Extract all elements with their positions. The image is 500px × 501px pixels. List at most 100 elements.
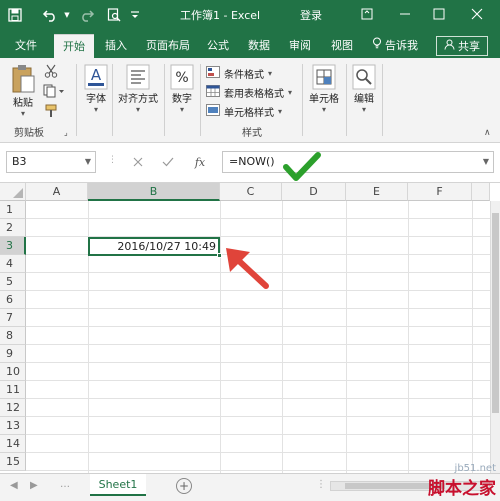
title-bar: ▼ 工作簿1 - Excel 登录	[0, 0, 500, 30]
print-preview-icon[interactable]	[105, 5, 123, 25]
copy-icon[interactable]	[42, 84, 68, 101]
name-box-dropdown-icon[interactable]: ▼	[85, 152, 91, 172]
select-all-corner[interactable]	[0, 183, 26, 201]
row-header-1[interactable]: 1	[0, 201, 26, 219]
number-button[interactable]: % 数字 ▾	[166, 64, 198, 114]
row-header-8[interactable]: 8	[0, 327, 26, 345]
tab-view[interactable]: 视图	[326, 34, 358, 58]
expand-formula-bar-icon[interactable]: ▼	[483, 152, 489, 172]
sheet-bar-splitter-icon[interactable]: ⋮	[316, 479, 326, 490]
insert-function-button[interactable]: fx	[192, 153, 208, 171]
redo-icon[interactable]	[78, 5, 96, 25]
name-box[interactable]: B3 ▼	[6, 151, 96, 173]
tab-page-layout[interactable]: 页面布局	[140, 34, 196, 58]
clipboard-icon	[8, 64, 38, 94]
sheet-tab-bar: ◀ ▶ … Sheet1 + ⋮	[0, 473, 500, 501]
row-header-15[interactable]: 15	[0, 453, 26, 471]
row-gridline	[26, 308, 490, 309]
window-title: 工作簿1 - Excel	[180, 9, 261, 22]
conditional-formatting-button[interactable]: 条件格式 ▾	[206, 64, 272, 82]
column-header-c[interactable]: C	[220, 183, 282, 201]
column-header-partial	[472, 183, 490, 201]
sheet-prev-icon[interactable]: ◀	[10, 480, 18, 491]
column-header-b[interactable]: B	[88, 183, 220, 201]
customize-toolbar-icon[interactable]	[128, 5, 142, 25]
undo-dropdown-icon[interactable]: ▼	[62, 5, 72, 25]
tab-file[interactable]: 文件	[8, 34, 44, 58]
sheet-next-icon[interactable]: ▶	[30, 480, 38, 491]
undo-icon[interactable]	[40, 5, 60, 25]
editing-button[interactable]: 编辑 ▾	[348, 64, 380, 114]
login-link[interactable]: 登录	[300, 7, 322, 23]
row-header-4[interactable]: 4	[0, 255, 26, 273]
font-button[interactable]: A 字体 ▾	[80, 64, 112, 114]
row-gridline	[26, 272, 490, 273]
font-label: 字体	[86, 94, 106, 105]
column-header-a[interactable]: A	[26, 183, 88, 201]
row-header-6[interactable]: 6	[0, 291, 26, 309]
row-gridline	[26, 434, 490, 435]
collapse-ribbon-icon[interactable]: ∧	[484, 128, 491, 138]
maximize-icon[interactable]	[428, 4, 450, 24]
cancel-icon[interactable]	[130, 153, 146, 171]
tab-insert[interactable]: 插入	[100, 34, 132, 58]
row-header-5[interactable]: 5	[0, 273, 26, 291]
row-header-12[interactable]: 12	[0, 399, 26, 417]
row-gridline	[26, 218, 490, 219]
row-header-11[interactable]: 11	[0, 381, 26, 399]
row-gridline	[26, 362, 490, 363]
tell-me-label: 告诉我	[385, 39, 418, 52]
sheet-tabs-more-icon[interactable]: …	[60, 479, 70, 490]
ribbon-display-options-icon[interactable]	[356, 4, 378, 24]
table-icon	[206, 84, 220, 100]
enter-check-icon[interactable]	[160, 153, 176, 171]
cells-button[interactable]: 单元格 ▾	[304, 64, 344, 114]
share-button[interactable]: 共享	[436, 36, 488, 56]
clipboard-launcher-icon[interactable]: ⌟	[64, 128, 68, 137]
row-header-10[interactable]: 10	[0, 363, 26, 381]
paste-button[interactable]: 粘贴 ▾	[8, 64, 38, 118]
conditional-formatting-label: 条件格式	[224, 69, 264, 81]
row-gridline	[26, 398, 490, 399]
save-icon[interactable]	[6, 5, 24, 25]
magnifier-icon	[348, 64, 380, 90]
row-gridline	[26, 290, 490, 291]
row-header-9[interactable]: 9	[0, 345, 26, 363]
row-header-14[interactable]: 14	[0, 435, 26, 453]
column-header-f[interactable]: F	[408, 183, 472, 201]
tab-formulas[interactable]: 公式	[202, 34, 234, 58]
formula-bar-grip-icon: ⋮	[108, 155, 117, 165]
column-header-e[interactable]: E	[346, 183, 408, 201]
tab-home[interactable]: 开始	[54, 34, 94, 58]
cut-icon[interactable]	[42, 64, 60, 81]
add-sheet-icon[interactable]: +	[176, 478, 192, 494]
cell-styles-button[interactable]: 单元格样式 ▾	[206, 102, 282, 120]
alignment-button[interactable]: 对齐方式 ▾	[114, 64, 162, 114]
column-header-d[interactable]: D	[282, 183, 346, 201]
worksheet-grid[interactable]: A B C D E F 1 2 3 4 5 6 7 8 9 10 11 12 13 14 15 2016/1…	[0, 183, 500, 473]
watermark-url: jb51.net	[454, 463, 496, 474]
row-header-7[interactable]: 7	[0, 309, 26, 327]
format-as-table-button[interactable]: 套用表格格式 ▾	[206, 83, 292, 101]
formula-bar: B3 ▼ ⋮ fx =NOW() ▼	[0, 143, 500, 183]
row-header-2[interactable]: 2	[0, 219, 26, 237]
cells-label: 单元格	[309, 94, 339, 105]
fill-handle[interactable]	[217, 253, 222, 258]
paste-dropdown-icon[interactable]: ▾	[8, 109, 38, 118]
format-painter-icon[interactable]	[42, 104, 60, 121]
formula-input[interactable]: =NOW() ▼	[222, 151, 494, 173]
tab-review[interactable]: 审阅	[284, 34, 316, 58]
number-label: 数字	[172, 94, 192, 105]
tab-data[interactable]: 数据	[243, 34, 275, 58]
cells-icon	[304, 64, 344, 90]
styles-group-label: 样式	[242, 128, 262, 139]
row-header-13[interactable]: 13	[0, 417, 26, 435]
row-header-3[interactable]: 3	[0, 237, 26, 255]
minimize-icon[interactable]	[394, 4, 416, 24]
active-cell-b3[interactable]: 2016/10/27 10:49	[88, 237, 222, 258]
tell-me-search[interactable]: 告诉我	[372, 34, 418, 58]
sheet-tab-sheet1[interactable]: Sheet1	[90, 474, 146, 496]
vertical-scrollbar[interactable]	[490, 201, 500, 473]
vertical-scrollbar-thumb[interactable]	[492, 213, 499, 413]
close-icon[interactable]	[466, 4, 488, 24]
